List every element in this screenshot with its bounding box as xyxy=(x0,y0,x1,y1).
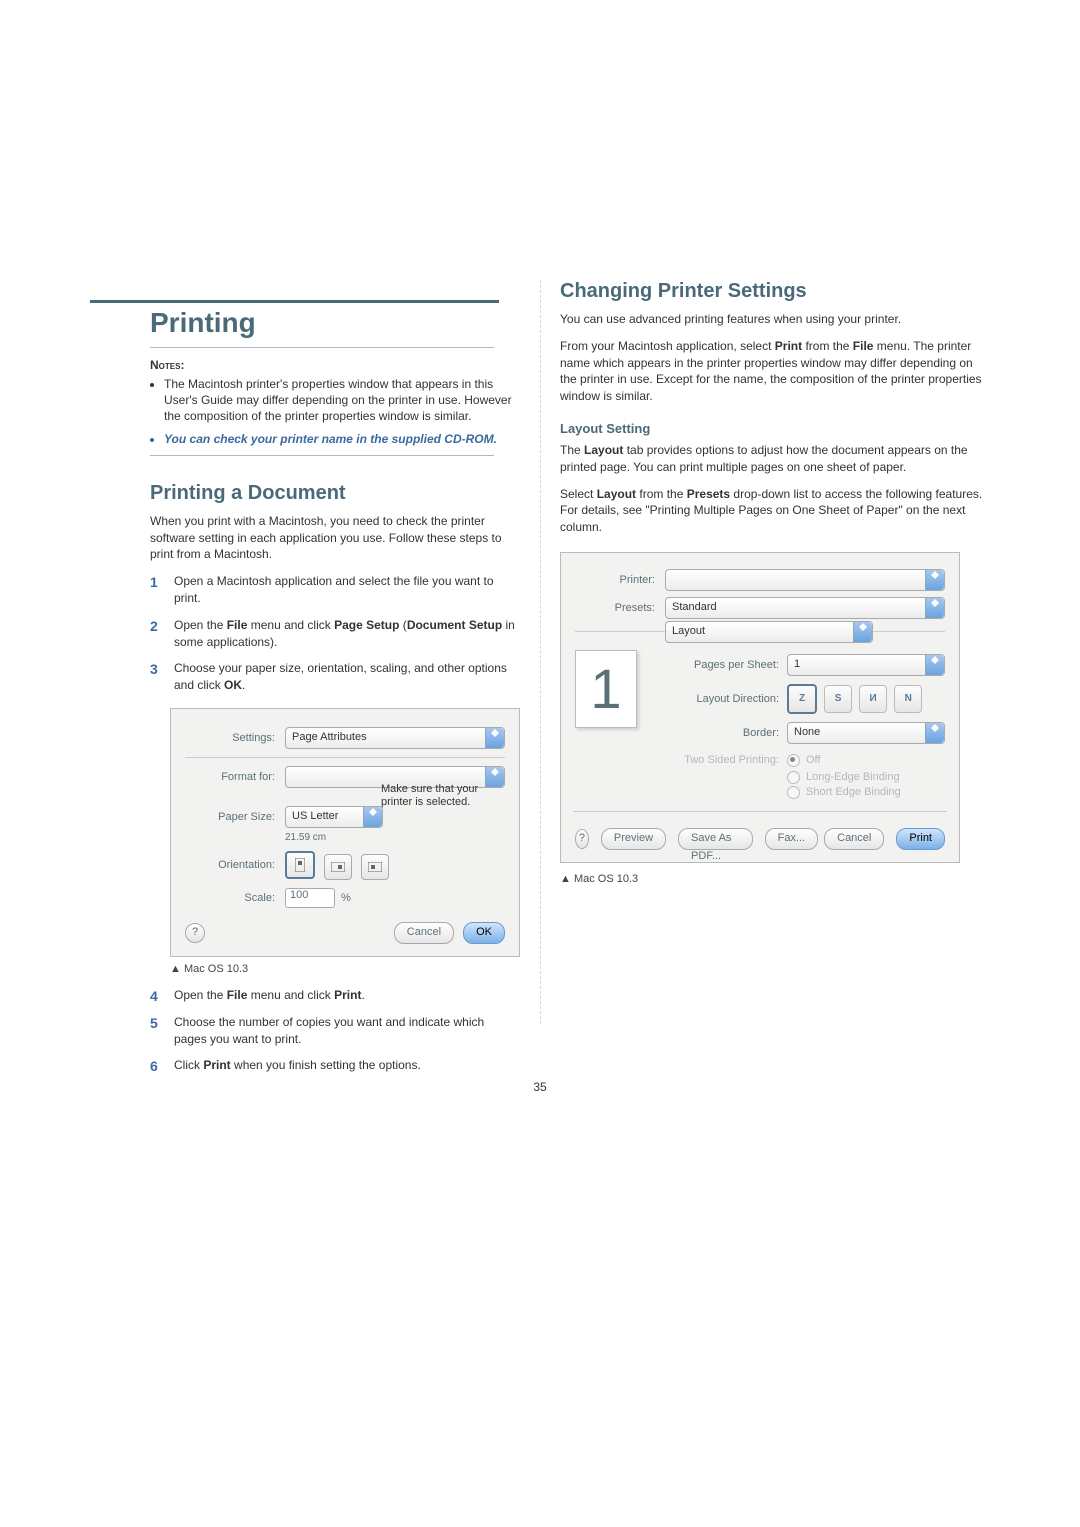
settings-label: Settings: xyxy=(185,732,285,744)
chevron-updown-icon xyxy=(853,622,872,642)
step-item: Choose your paper size, orientation, sca… xyxy=(150,660,520,694)
step-item: Choose the number of copies you want and… xyxy=(150,1014,520,1048)
step-item: Open the File menu and click Print. xyxy=(150,987,520,1004)
step-item: Open the File menu and click Page Setup … xyxy=(150,617,520,651)
two-sided-label: Two Sided Printing: xyxy=(649,754,787,766)
page-setup-dialog: Settings: Page Attributes Format for: Ma… xyxy=(170,708,520,957)
scale-input[interactable]: 100 xyxy=(285,888,335,908)
print-button[interactable]: Print xyxy=(896,828,945,850)
fax-button[interactable]: Fax... xyxy=(765,828,819,850)
layout-direction-4-button[interactable]: N xyxy=(894,685,922,713)
scale-unit: % xyxy=(341,892,351,904)
chevron-updown-icon xyxy=(363,807,382,827)
presets-select[interactable]: Standard xyxy=(665,597,945,619)
orientation-label: Orientation: xyxy=(185,859,285,871)
print-layout-dialog: Printer: Presets: Standard Layout 1 xyxy=(560,552,960,863)
pages-per-sheet-label: Pages per Sheet: xyxy=(649,659,787,671)
printer-select[interactable] xyxy=(665,569,945,591)
reverse-landscape-icon xyxy=(368,862,382,872)
pages-per-sheet-select[interactable]: 1 xyxy=(787,654,945,676)
radio-short-edge[interactable] xyxy=(787,786,800,799)
layout-direction-2-button[interactable]: S xyxy=(824,685,852,713)
chevron-updown-icon xyxy=(925,723,944,743)
body-text: From your Macintosh application, select … xyxy=(560,338,990,405)
cancel-button[interactable]: Cancel xyxy=(824,828,884,850)
layout-preview: 1 xyxy=(575,650,637,728)
section-select[interactable]: Layout xyxy=(665,621,873,643)
steps-list: Open a Macintosh application and select … xyxy=(150,573,520,694)
save-as-pdf-button[interactable]: Save As PDF... xyxy=(678,828,753,850)
layout-direction-label: Layout Direction: xyxy=(649,693,787,705)
presets-label: Presets: xyxy=(575,602,665,614)
layout-direction-3-button[interactable]: И xyxy=(859,685,887,713)
step-item: Click Print when you finish setting the … xyxy=(150,1057,520,1074)
format-for-label: Format for: xyxy=(185,771,285,783)
body-text: You can use advanced printing features w… xyxy=(560,311,990,328)
page-title: Printing xyxy=(90,307,520,339)
portrait-icon xyxy=(295,858,305,872)
paper-size-sub: 21.59 cm xyxy=(285,832,505,843)
body-text: Select Layout from the Presets drop-down… xyxy=(560,486,990,536)
subsection-heading: Layout Setting xyxy=(560,421,990,436)
settings-select[interactable]: Page Attributes xyxy=(285,727,505,749)
figure-caption: Mac OS 10.3 xyxy=(560,873,990,885)
radio-off[interactable] xyxy=(787,754,800,767)
paper-size-select[interactable]: US Letter xyxy=(285,806,383,828)
note-item: The Macintosh printer's properties windo… xyxy=(164,376,520,425)
border-select[interactable]: None xyxy=(787,722,945,744)
orientation-reverse-landscape-button[interactable] xyxy=(361,854,389,880)
border-label: Border: xyxy=(649,727,787,739)
body-text: The Layout tab provides options to adjus… xyxy=(560,442,990,476)
chevron-updown-icon xyxy=(925,598,944,618)
chevron-updown-icon xyxy=(925,655,944,675)
scale-label: Scale: xyxy=(185,892,285,904)
orientation-portrait-button[interactable] xyxy=(285,851,315,879)
orientation-landscape-button[interactable] xyxy=(324,854,352,880)
help-button[interactable]: ? xyxy=(185,923,205,943)
cancel-button[interactable]: Cancel xyxy=(394,922,454,944)
step-item: Open a Macintosh application and select … xyxy=(150,573,520,607)
help-button[interactable]: ? xyxy=(575,829,589,849)
body-text: When you print with a Macintosh, you nee… xyxy=(150,513,520,563)
callout-text: Make sure that your printer is selected. xyxy=(381,783,511,809)
section-heading: Printing a Document xyxy=(150,482,520,505)
paper-size-label: Paper Size: xyxy=(185,811,285,823)
chevron-updown-icon xyxy=(485,728,504,748)
chevron-updown-icon xyxy=(925,570,944,590)
ok-button[interactable]: OK xyxy=(463,922,505,944)
section-heading: Changing Printer Settings xyxy=(560,280,990,303)
preview-button[interactable]: Preview xyxy=(601,828,666,850)
figure-caption: Mac OS 10.3 xyxy=(170,963,520,975)
note-item-highlight: You can check your printer name in the s… xyxy=(164,431,520,447)
radio-long-edge[interactable] xyxy=(787,771,800,784)
landscape-icon xyxy=(331,862,345,872)
notes-heading: Notes: xyxy=(90,358,520,372)
layout-direction-1-button[interactable]: Z xyxy=(787,684,817,714)
printer-label: Printer: xyxy=(575,574,665,586)
page-number: 35 xyxy=(0,1080,1080,1094)
